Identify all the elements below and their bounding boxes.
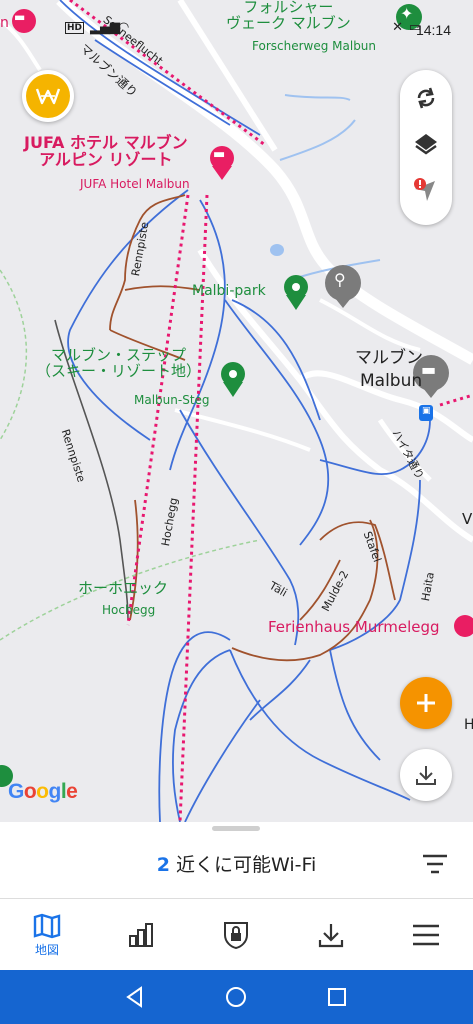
map-icon	[33, 913, 61, 938]
bar-chart-icon	[129, 923, 153, 947]
filter-icon[interactable]	[421, 852, 449, 876]
nav-label-map: 地図	[34, 942, 59, 957]
bus-stop-icon[interactable]: ▣	[422, 406, 431, 416]
hotel-icon[interactable]: ▬	[213, 148, 225, 162]
map-view[interactable]: ▬ ▬ ⚲ ▬ ✦ ▣ JUFA ホテル マルブン アルピン リゾート JUFA…	[0, 0, 473, 822]
poi-label-hochegg-ja[interactable]: ホーホエック	[78, 580, 168, 597]
system-navigation-bar	[0, 970, 473, 1024]
nav-item-downloads[interactable]	[284, 899, 378, 971]
restaurant-icon[interactable]: ⚲	[334, 271, 346, 289]
refresh-icon	[417, 87, 435, 109]
download-map-button[interactable]	[400, 749, 452, 801]
location-warning-icon	[414, 178, 435, 201]
nav-item-vpn[interactable]	[189, 899, 283, 971]
status-time: 14:14	[415, 22, 451, 38]
home-icon[interactable]	[224, 985, 248, 1009]
poi-label-ferienhaus[interactable]: Ferienhaus Murmelegg	[268, 619, 440, 636]
poi-label-hochegg-en[interactable]: Hochegg	[102, 604, 155, 617]
poi-label-jufa-en[interactable]: JUFA Hotel Malbun	[80, 178, 190, 191]
hotel-icon[interactable]: ▬	[14, 11, 25, 24]
edge-fragment-left: n	[0, 15, 9, 31]
poi-label-jufa-ja[interactable]: JUFA ホテル マルブン アルピン リゾート	[24, 134, 188, 169]
signal-icon: ▂▄▆	[90, 20, 120, 35]
nearby-wifi-count[interactable]: 2 近くに可能Wi-Fi	[0, 850, 473, 877]
download-icon	[318, 924, 344, 948]
edge-fragment-right-h: H	[464, 717, 473, 733]
poi-label-steg-ja[interactable]: マルブン・ステップ （スキー・リゾート地）	[36, 347, 201, 380]
place-label-malbun-en[interactable]: Malbun	[360, 372, 422, 391]
layers-icon	[415, 134, 437, 155]
download-icon	[416, 766, 436, 785]
nearby-wifi-sheet[interactable]: 2 近くに可能Wi-Fi	[0, 822, 473, 898]
edge-fragment-right-v: V	[462, 510, 473, 528]
hd-indicator: HD	[65, 22, 85, 34]
poi-label-malbipark[interactable]: Malbi-park	[192, 284, 266, 299]
status-bar: HD ▂▄▆ ◠ ✕ ▭ 14:14	[60, 20, 473, 40]
sheet-drag-handle[interactable]	[212, 826, 260, 831]
layers-button[interactable]	[400, 122, 452, 166]
hotel-icon[interactable]: ▬	[421, 361, 436, 379]
wifi-icon: ◠	[118, 20, 130, 35]
wifi-map-logo-icon	[26, 74, 70, 118]
plus-icon	[417, 694, 435, 712]
refresh-button[interactable]	[400, 76, 452, 120]
add-hotspot-button[interactable]	[400, 677, 452, 729]
poi-label-forscher-en[interactable]: Forscherweg Malbun	[252, 40, 376, 53]
nearby-count-number: 2	[156, 854, 170, 876]
menu-icon	[413, 924, 439, 946]
wifi-map-logo-button[interactable]	[22, 70, 74, 122]
recents-icon[interactable]	[325, 985, 349, 1009]
lock-icon	[224, 922, 248, 950]
google-logo: Google	[8, 780, 78, 803]
place-label-malbun-ja[interactable]: マルブン	[355, 349, 423, 368]
map-controls-panel	[400, 70, 452, 225]
nav-item-map[interactable]: 地図	[0, 899, 94, 971]
bottom-navigation: 地図	[0, 898, 473, 970]
my-location-button[interactable]	[400, 168, 452, 212]
nav-item-stats[interactable]	[94, 899, 188, 971]
nav-item-menu[interactable]	[379, 899, 473, 971]
back-icon[interactable]	[123, 985, 147, 1009]
nearby-count-label: 近くに可能Wi-Fi	[175, 854, 317, 876]
nfc-icon: ✕	[392, 20, 403, 35]
poi-label-steg-en[interactable]: Malbun-Steg	[134, 394, 210, 407]
